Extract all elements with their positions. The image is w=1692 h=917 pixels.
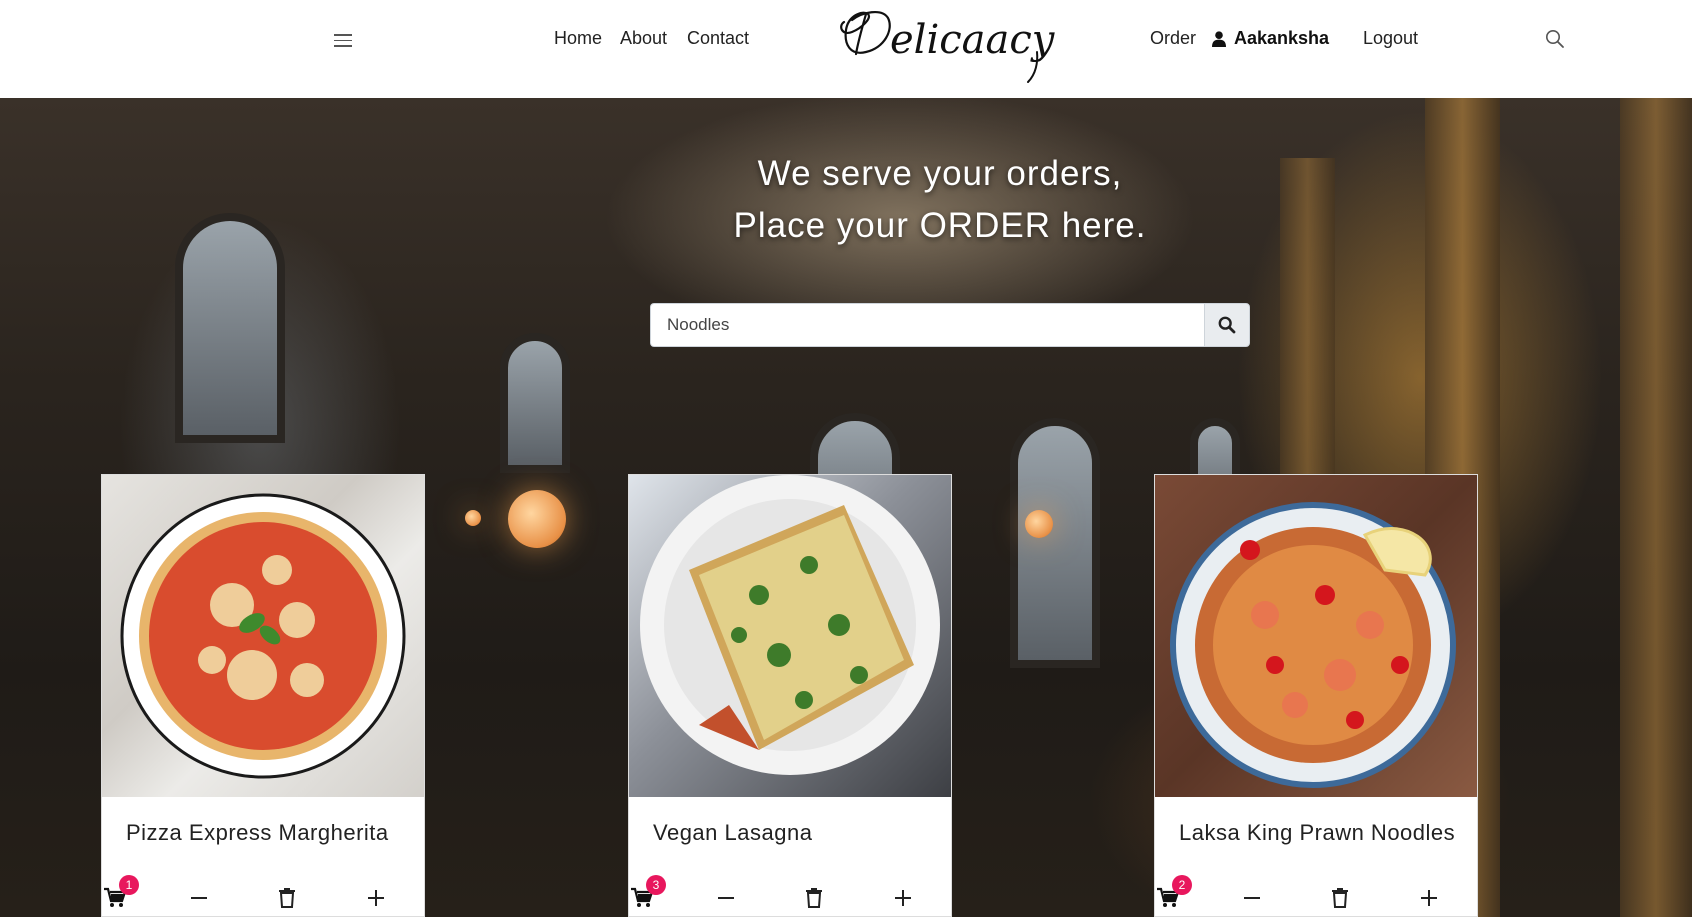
food-image — [1155, 475, 1477, 797]
menu-item-card: Laksa King Prawn Noodles 2 — [1154, 474, 1478, 917]
nav-about-link[interactable]: About — [620, 28, 667, 49]
card-actions: 1 — [102, 869, 424, 916]
search-input[interactable] — [650, 303, 1204, 347]
minus-icon[interactable] — [186, 885, 212, 911]
food-image — [629, 475, 951, 797]
hamburger-menu-icon[interactable] — [334, 30, 352, 50]
brand-logo[interactable]: elicaacy — [832, 0, 1062, 90]
user-name: Aakanksha — [1234, 28, 1330, 48]
hero-title: We serve your orders, Place your ORDER h… — [0, 148, 1692, 252]
menu-item-card: Pizza Express Margherita 1 — [101, 474, 425, 917]
nav-logout-link[interactable]: Logout — [1363, 28, 1418, 49]
cart-count-badge: 3 — [646, 875, 666, 895]
card-actions: 3 — [629, 869, 951, 916]
cart-icon[interactable]: 2 — [1155, 875, 1192, 911]
minus-icon[interactable] — [1239, 885, 1265, 911]
trash-icon[interactable] — [801, 885, 827, 911]
brand-logo-script: elicaacy — [840, 11, 1056, 83]
hero-title-line1: We serve your orders, — [757, 154, 1123, 193]
nav-order-link[interactable]: Order — [1150, 28, 1196, 49]
hero-title-line2: Place your ORDER here. — [733, 206, 1147, 245]
brand-logo-text: elicaacy — [890, 17, 1056, 63]
plus-icon[interactable] — [1416, 885, 1442, 911]
trash-icon[interactable] — [1327, 885, 1353, 911]
plus-icon[interactable] — [890, 885, 916, 911]
plus-icon[interactable] — [363, 885, 389, 911]
menu-item-name: Laksa King Prawn Noodles — [1179, 820, 1456, 845]
menu-item-name: Vegan Lasagna — [653, 820, 813, 845]
menu-item-name: Pizza Express Margherita — [126, 820, 389, 845]
search-bar — [650, 303, 1250, 347]
cart-icon[interactable]: 3 — [629, 875, 666, 911]
navbar: Home About Contact elicaacy Order Aakank… — [0, 0, 1692, 98]
search-icon[interactable] — [1545, 29, 1567, 51]
search-button[interactable] — [1204, 303, 1250, 347]
user-profile-link[interactable]: Aakanksha — [1212, 28, 1329, 49]
food-image — [102, 475, 424, 797]
nav-contact-link[interactable]: Contact — [687, 28, 749, 49]
user-icon — [1212, 30, 1226, 47]
cart-icon[interactable]: 1 — [102, 875, 139, 911]
cart-count-badge: 2 — [1172, 875, 1192, 895]
nav-home-link[interactable]: Home — [554, 28, 602, 49]
menu-item-card: Vegan Lasagna 3 — [628, 474, 952, 917]
search-icon — [1218, 316, 1236, 334]
trash-icon[interactable] — [274, 885, 300, 911]
card-actions: 2 — [1155, 869, 1477, 916]
cart-count-badge: 1 — [119, 875, 139, 895]
minus-icon[interactable] — [713, 885, 739, 911]
